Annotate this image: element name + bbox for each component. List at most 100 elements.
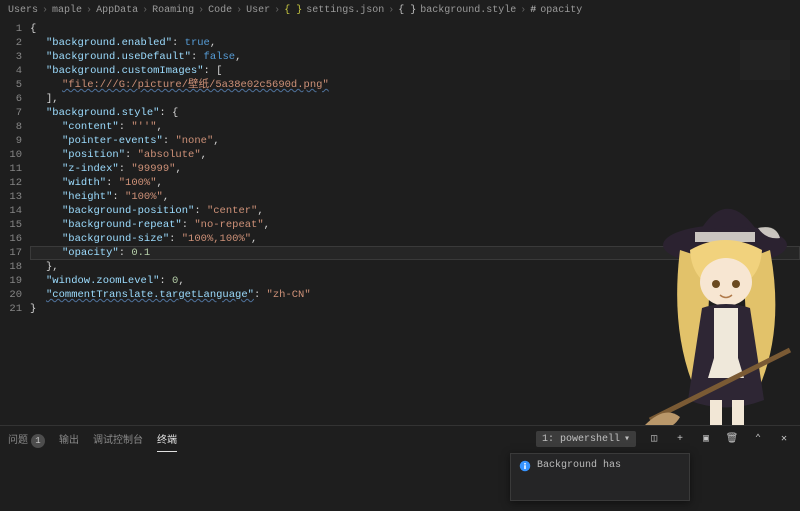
token-pun: , (213, 134, 219, 148)
token-pun: : (119, 246, 132, 260)
notification-text: Background has (537, 460, 621, 471)
token-pun: : { (159, 106, 178, 120)
code-line[interactable]: ], (30, 92, 800, 106)
code-line[interactable]: "background-position": "center", (30, 204, 800, 218)
line-number: 14 (0, 204, 22, 218)
token-pun: : (169, 232, 182, 246)
panel-tab-label: 问题 (8, 436, 28, 447)
code-line[interactable]: }, (30, 260, 800, 274)
breadcrumb-label: settings.json (306, 5, 384, 16)
breadcrumb[interactable]: Users›maple›AppData›Roaming›Code›User›{ … (0, 0, 800, 20)
token-str: "file:///G:/picture/壁纸/5a38e02c5690d.png… (62, 78, 329, 92)
line-number: 6 (0, 92, 22, 106)
code-line[interactable]: "background-repeat": "no-repeat", (30, 218, 800, 232)
code-line[interactable]: "background.useDefault": false, (30, 50, 800, 64)
line-number: 20 (0, 288, 22, 302)
breadcrumb-item[interactable]: Roaming (152, 5, 194, 16)
panel-tab-output[interactable]: 输出 (59, 427, 79, 451)
code-line[interactable]: "z-index": "99999", (30, 162, 800, 176)
code-content[interactable]: {"background.enabled": true,"background.… (30, 20, 800, 425)
token-pun: : (119, 162, 132, 176)
token-key: "background-size" (62, 232, 169, 246)
chevron-up-icon[interactable]: ⌃ (750, 431, 766, 447)
token-key: "background.useDefault" (46, 50, 191, 64)
panel-tab-label: 调试控制台 (93, 436, 143, 447)
breadcrumb-label: AppData (96, 5, 138, 16)
token-pun: , (157, 176, 163, 190)
breadcrumb-item[interactable]: Users (8, 5, 38, 16)
code-line[interactable]: "content": "''", (30, 120, 800, 134)
code-line[interactable]: "commentTranslate.targetLanguage": "zh-C… (30, 288, 800, 302)
panel-tab-terminal[interactable]: 终端 (157, 427, 177, 452)
panel-tabs: 问题1 输出 调试控制台 终端 1: powershell ▾ ◫ + ▣ 🗑 ⌃ ✕ (0, 426, 800, 452)
trash-icon[interactable]: 🗑 (724, 431, 740, 447)
code-line[interactable]: "background-size": "100%,100%", (30, 232, 800, 246)
breadcrumb-item[interactable]: { }background.style (398, 5, 516, 16)
notification-toast[interactable]: Background has (510, 453, 690, 501)
breadcrumb-label: background.style (420, 5, 516, 16)
breadcrumb-label: Code (208, 5, 232, 16)
code-line[interactable]: "background.style": { (30, 106, 800, 120)
breadcrumb-separator-icon: › (274, 5, 280, 16)
editor-area[interactable]: 123456789101112131415161718192021 {"back… (0, 20, 800, 425)
token-str: "100%,100%" (182, 232, 251, 246)
code-line[interactable]: "file:///G:/picture/壁纸/5a38e02c5690d.png… (30, 78, 800, 92)
token-pun: , (251, 232, 257, 246)
token-key: "background.enabled" (46, 36, 172, 50)
line-number: 7 (0, 106, 22, 120)
code-line[interactable]: "position": "absolute", (30, 148, 800, 162)
breadcrumb-label: Roaming (152, 5, 194, 16)
breadcrumb-item[interactable]: #opacity (530, 5, 582, 16)
breadcrumb-separator-icon: › (520, 5, 526, 16)
code-line[interactable]: "window.zoomLevel": 0, (30, 274, 800, 288)
terminal-selector-dropdown[interactable]: 1: powershell ▾ (536, 431, 636, 447)
code-line[interactable]: } (30, 302, 800, 316)
breadcrumb-item[interactable]: AppData (96, 5, 138, 16)
token-key: "background.customImages" (46, 64, 204, 78)
token-bra: { (30, 22, 36, 36)
line-number: 9 (0, 134, 22, 148)
token-pun: : (172, 36, 185, 50)
breadcrumb-item[interactable]: maple (52, 5, 82, 16)
token-key: "z-index" (62, 162, 119, 176)
code-line[interactable]: { (30, 22, 800, 36)
split-icon[interactable]: ◫ (646, 431, 662, 447)
token-pun: , (157, 120, 163, 134)
breadcrumb-separator-icon: › (236, 5, 242, 16)
token-pun: : (159, 274, 172, 288)
code-line[interactable]: "pointer-events": "none", (30, 134, 800, 148)
plus-icon[interactable]: + (672, 431, 688, 447)
new-window-icon[interactable]: ▣ (698, 431, 714, 447)
line-number: 21 (0, 302, 22, 316)
breadcrumb-item[interactable]: { }settings.json (284, 5, 384, 16)
code-line[interactable]: "height": "100%", (30, 190, 800, 204)
line-number: 2 (0, 36, 22, 50)
breadcrumb-item[interactable]: Code (208, 5, 232, 16)
token-pun: : (163, 134, 176, 148)
token-pun: , (201, 148, 207, 162)
panel-tab-debug[interactable]: 调试控制台 (93, 427, 143, 451)
token-key: "window.zoomLevel" (46, 274, 159, 288)
token-pun: : (254, 288, 267, 302)
token-pun: , (257, 204, 263, 218)
token-pun: : [ (204, 64, 223, 78)
line-number-gutter: 123456789101112131415161718192021 (0, 20, 30, 425)
panel-tab-label: 输出 (59, 436, 79, 447)
minimap[interactable] (740, 40, 790, 80)
line-number: 1 (0, 22, 22, 36)
close-icon[interactable]: ✕ (776, 431, 792, 447)
token-str: "''" (131, 120, 156, 134)
breadcrumb-item[interactable]: User (246, 5, 270, 16)
line-number: 15 (0, 218, 22, 232)
code-line[interactable]: "background.customImages": [ (30, 64, 800, 78)
token-str: "absolute" (138, 148, 201, 162)
token-pun: , (163, 190, 169, 204)
token-pun: , (210, 36, 216, 50)
code-line[interactable]: "opacity": 0.1 (30, 246, 800, 260)
token-pun: : (112, 190, 125, 204)
token-pun: }, (46, 260, 59, 274)
token-key: "commentTranslate.targetLanguage" (46, 288, 254, 302)
panel-tab-problems[interactable]: 问题1 (8, 427, 45, 452)
code-line[interactable]: "background.enabled": true, (30, 36, 800, 50)
code-line[interactable]: "width": "100%", (30, 176, 800, 190)
